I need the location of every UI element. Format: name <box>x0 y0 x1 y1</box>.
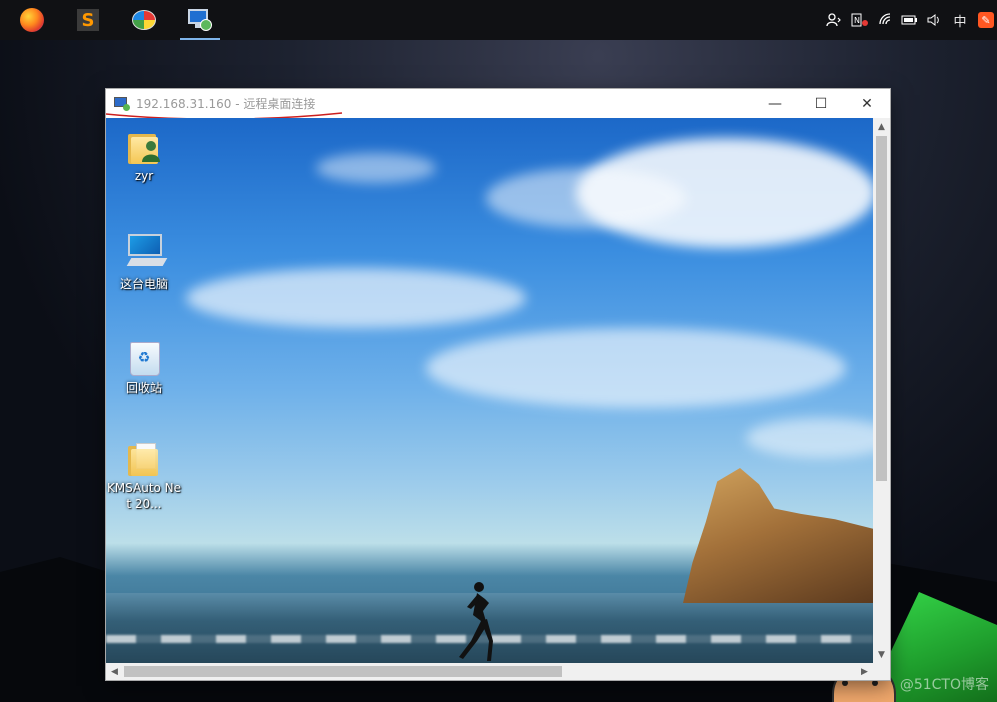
ime-indicator[interactable]: 中 <box>947 0 973 40</box>
svg-text:N: N <box>854 16 860 25</box>
desktop-icon-recycle-bin[interactable]: ♻ 回收站 <box>106 336 182 396</box>
cloud <box>486 168 686 228</box>
people-icon[interactable] <box>823 0 845 40</box>
sublime-text-icon: S <box>77 9 99 31</box>
close-button[interactable]: ✕ <box>844 89 890 118</box>
close-icon: ✕ <box>861 95 873 112</box>
watermark-text: @51CTO博客 <box>899 677 989 693</box>
window-controls: — ☐ ✕ <box>752 89 890 118</box>
folder-icon <box>128 440 160 476</box>
desktop-icon-this-pc[interactable]: 这台电脑 <box>106 232 182 292</box>
wifi-icon[interactable] <box>875 0 897 40</box>
window-titlebar[interactable]: 192.168.31.160 - 远程桌面连接 — ☐ ✕ <box>106 89 890 120</box>
taskbar-remote-desktop[interactable] <box>176 0 224 40</box>
firefox-icon <box>20 8 44 32</box>
desktop-icon-label: 这台电脑 <box>119 277 168 291</box>
taskbar-paint[interactable] <box>120 0 168 40</box>
minimize-icon: — <box>768 95 782 112</box>
cloud <box>316 153 436 183</box>
scroll-right-arrow-icon[interactable]: ▶ <box>856 663 873 680</box>
maximize-icon: ☐ <box>814 95 828 112</box>
minimize-button[interactable]: — <box>752 89 798 118</box>
scroll-up-arrow-icon[interactable]: ▲ <box>873 118 890 135</box>
cloud <box>426 328 846 408</box>
user-folder-icon <box>128 128 160 164</box>
remote-desktop-view[interactable]: zyr 这台电脑 ♻ 回收站 KMSAuto Net 20... <box>106 118 873 663</box>
scrollbar-corner <box>873 663 890 680</box>
remote-desktop-window: 192.168.31.160 - 远程桌面连接 — ☐ ✕ zyr 这台电脑 ♻… <box>106 89 890 680</box>
taskbar-sublime-text[interactable]: S <box>64 0 112 40</box>
desktop-icon-label: zyr <box>134 169 154 183</box>
scroll-down-arrow-icon[interactable]: ▼ <box>873 646 890 663</box>
vertical-scroll-thumb[interactable] <box>876 136 887 481</box>
maximize-button[interactable]: ☐ <box>798 89 844 118</box>
horizontal-scrollbar[interactable]: ◀ ▶ <box>106 663 873 680</box>
host-desktop: @51CTO博客 S N 中 ✎ 192.168.31.160 - 远程桌面连接… <box>0 0 997 702</box>
runner-silhouette <box>459 582 493 661</box>
volume-icon[interactable] <box>923 0 945 40</box>
desktop-icon-label: KMSAuto Net 20... <box>106 481 182 511</box>
paint-icon <box>132 10 156 30</box>
scroll-left-arrow-icon[interactable]: ◀ <box>106 663 123 680</box>
this-pc-icon <box>123 232 168 272</box>
system-tray: N 中 ✎ <box>821 0 997 40</box>
recycle-bin-icon: ♻ <box>128 336 160 376</box>
app-tray-icon[interactable]: ✎ <box>975 0 997 40</box>
desktop-icon-kmsauto-folder[interactable]: KMSAuto Net 20... <box>106 440 182 512</box>
remote-desktop-icon <box>188 9 212 31</box>
remote-desktop-title-icon <box>114 96 130 111</box>
window-title: 192.168.31.160 - 远程桌面连接 <box>136 97 316 111</box>
desktop-icon-user-folder[interactable]: zyr <box>106 128 182 184</box>
rock-formation <box>683 468 873 603</box>
horizontal-scroll-thumb[interactable] <box>124 666 562 677</box>
desktop-icon-label: 回收站 <box>125 381 162 395</box>
taskbar-firefox[interactable] <box>8 0 56 40</box>
vertical-scrollbar[interactable]: ▲ ▼ <box>873 118 890 663</box>
battery-icon[interactable] <box>899 0 921 40</box>
cloud <box>186 268 526 328</box>
onenote-sync-icon[interactable]: N <box>847 0 873 40</box>
cloud <box>746 418 873 458</box>
taskbar: S N 中 ✎ <box>0 0 997 40</box>
